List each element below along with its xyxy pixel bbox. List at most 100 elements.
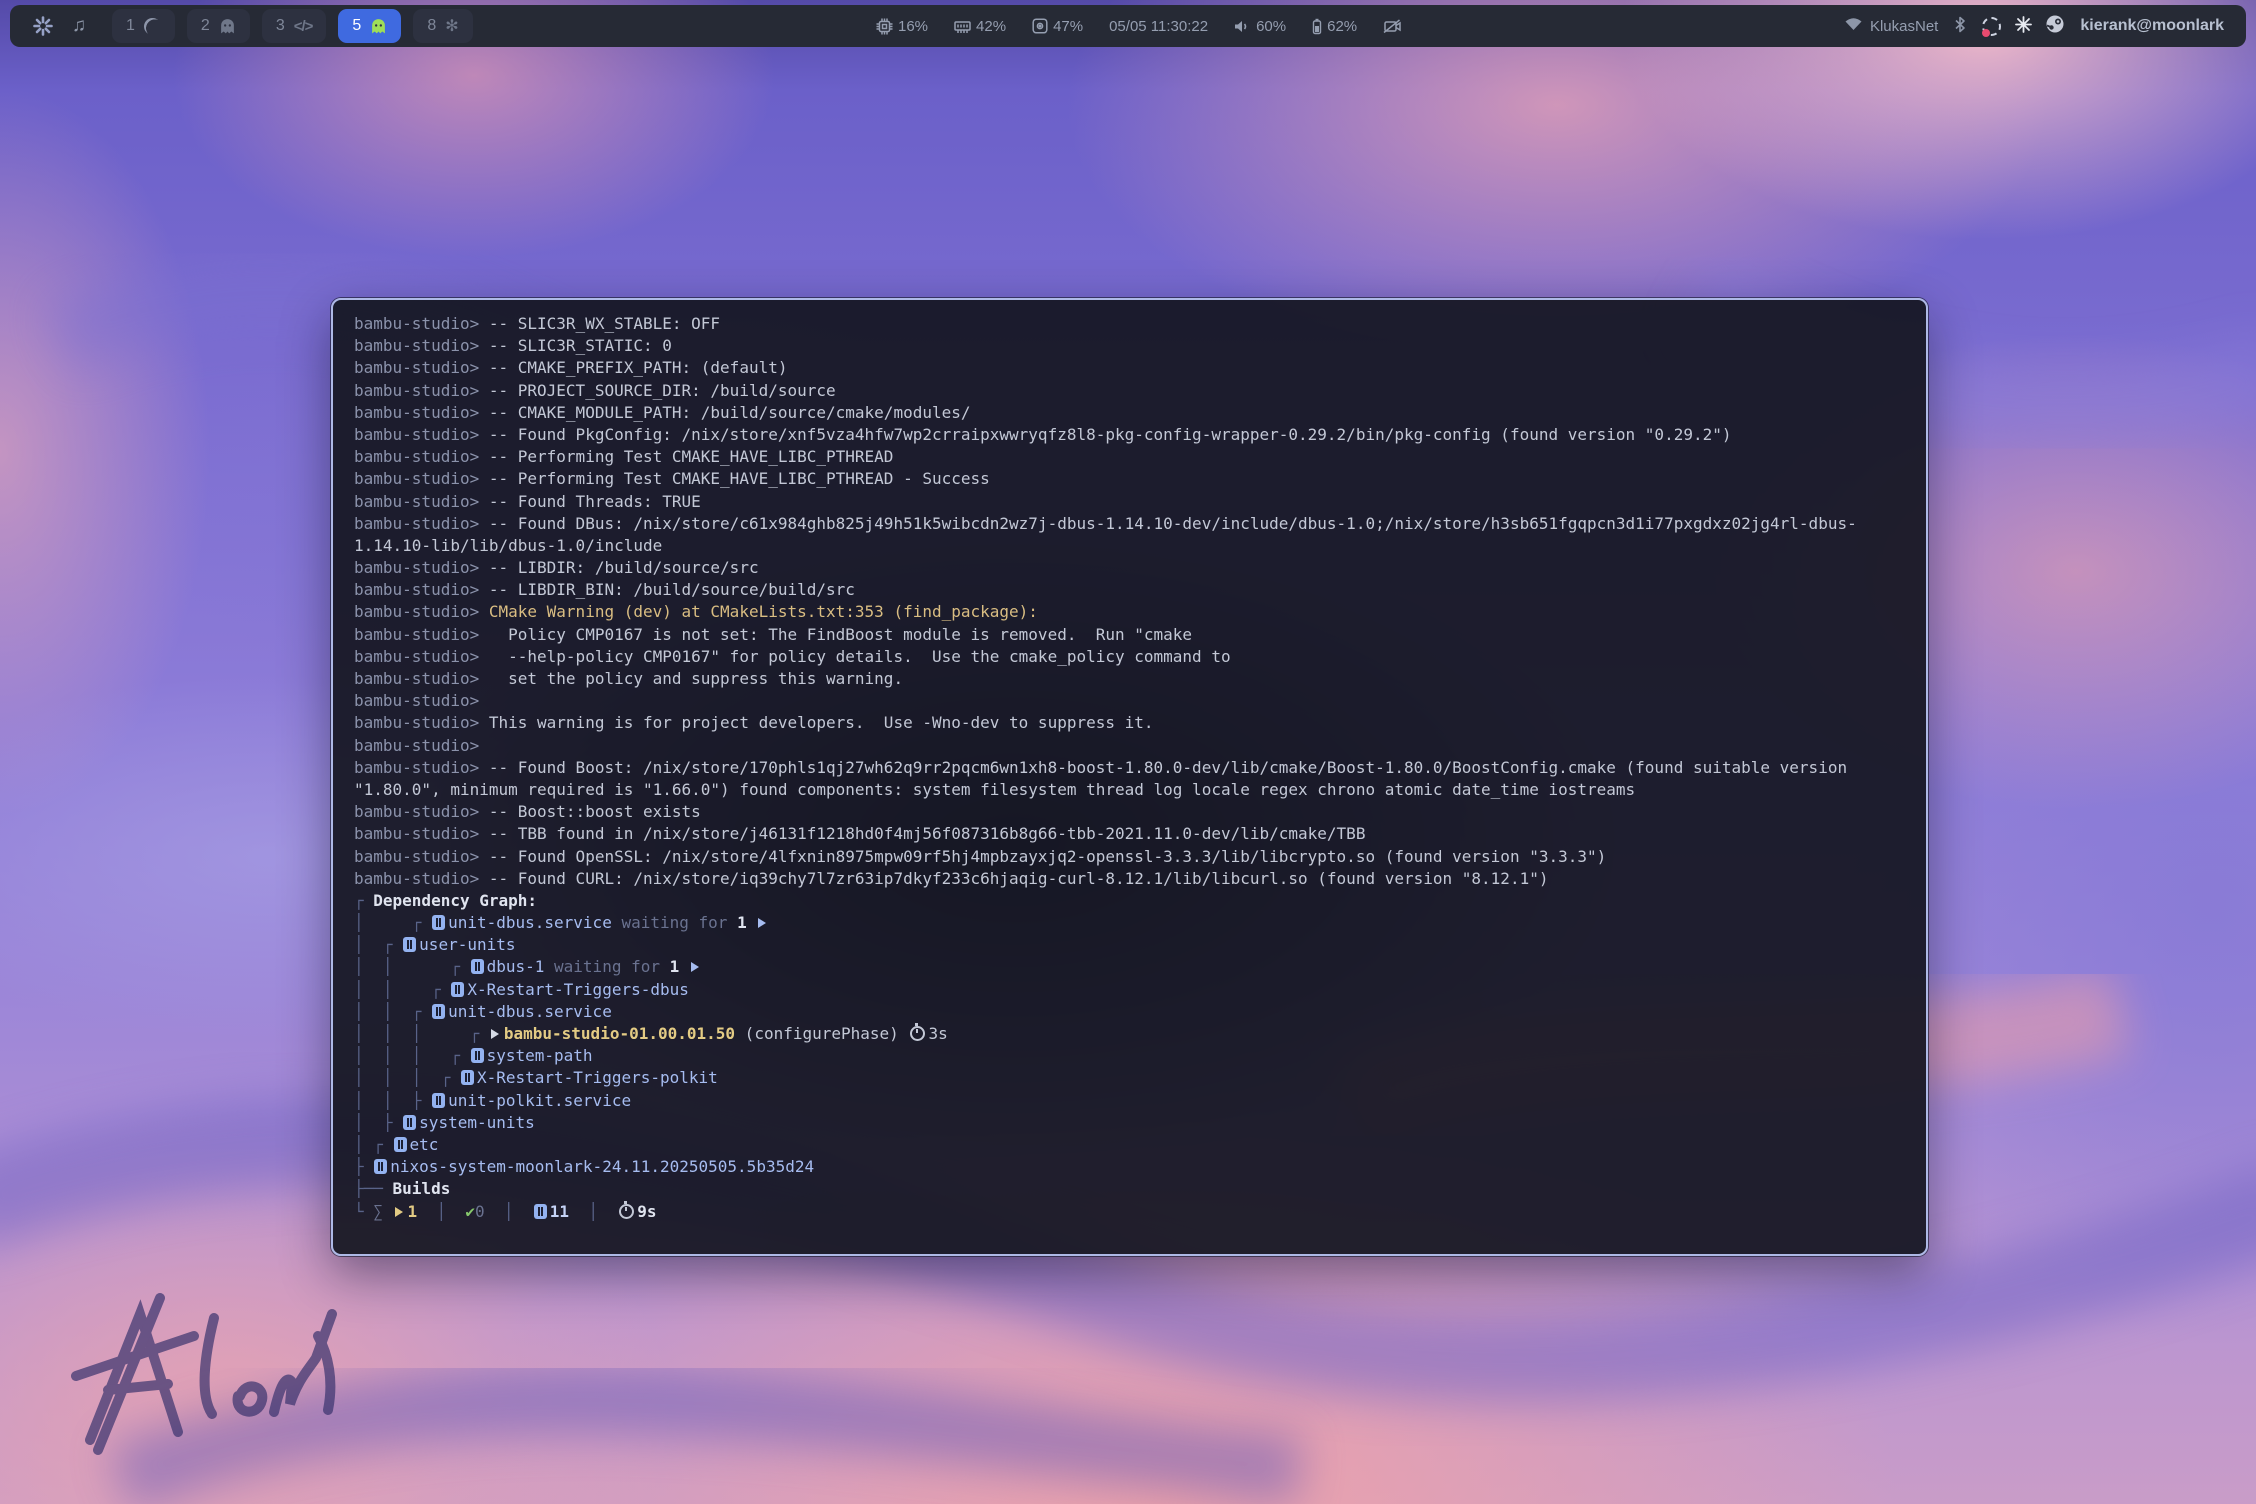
- terminal-line: bambu-studio> -- Performing Test CMAKE_H…: [354, 446, 1926, 468]
- prompt: bambu-studio>: [354, 358, 489, 377]
- pause-icon: [432, 915, 445, 930]
- prompt: bambu-studio>: [354, 758, 489, 777]
- terminal-line: bambu-studio> -- Found PkgConfig: /nix/s…: [354, 424, 1926, 446]
- workspace-1[interactable]: 1: [112, 9, 175, 43]
- terminal-line: bambu-studio>: [354, 690, 1926, 712]
- system-stats: 16%42%47%05/05 11:30:2260%62%: [876, 5, 1401, 47]
- pause-icon: [461, 1070, 474, 1085]
- terminal-line: bambu-studio> -- Found CURL: /nix/store/…: [354, 868, 1926, 890]
- terminal-line: │ ┌ user-units: [354, 934, 1926, 956]
- play-icon: [691, 962, 699, 972]
- prompt: bambu-studio>: [354, 736, 489, 755]
- prompt: bambu-studio>: [354, 558, 489, 577]
- clock: 05/05 11:30:22: [1109, 18, 1208, 35]
- prompt: bambu-studio>: [354, 403, 489, 422]
- ghost-icon: [219, 18, 236, 35]
- prompt: bambu-studio>: [354, 647, 489, 666]
- prompt: bambu-studio>: [354, 580, 489, 599]
- stat-value: 60%: [1256, 18, 1286, 35]
- terminal-line: bambu-studio> -- Found Boost: /nix/store…: [354, 757, 1926, 779]
- steam-tray-icon[interactable]: [2046, 15, 2064, 37]
- prompt: bambu-studio>: [354, 847, 489, 866]
- prompt: bambu-studio>: [354, 691, 489, 710]
- terminal-line: │ │ │ ┌ X-Restart-Triggers-polkit: [354, 1067, 1926, 1089]
- workspace-5[interactable]: 5: [338, 9, 401, 43]
- terminal-line: │ │ ┌ X-Restart-Triggers-dbus: [354, 979, 1926, 1001]
- terminal-line: 1.14.10-lib/lib/dbus-1.0/include: [354, 535, 1926, 557]
- artist-signature: [62, 1272, 372, 1472]
- camoff-stat: [1383, 19, 1401, 34]
- terminal-line: ├ nixos-system-moonlark-24.11.20250505.5…: [354, 1156, 1926, 1178]
- prompt: bambu-studio>: [354, 824, 489, 843]
- bar-left-cluster: ♫ 1 2 3 </> 5 8✻: [10, 9, 473, 43]
- volume-icon: [1234, 19, 1251, 34]
- network-name: KlukasNet: [1870, 18, 1938, 35]
- play-icon: [758, 918, 766, 928]
- terminal-line: ├── Builds: [354, 1178, 1926, 1200]
- prompt: bambu-studio>: [354, 492, 489, 511]
- pause-icon: [451, 982, 464, 997]
- workspace-3[interactable]: 3 </>: [262, 9, 327, 43]
- music-note-icon[interactable]: ♫: [66, 13, 92, 39]
- pause-icon: [471, 959, 484, 974]
- desktop: { "colors": { "accent_blue": "#3f6ae0", …: [0, 0, 2256, 1504]
- prompt: bambu-studio>: [354, 514, 489, 533]
- disk-icon: [1032, 18, 1048, 34]
- camoff-icon: [1383, 19, 1401, 34]
- code-icon: </>: [294, 18, 313, 35]
- cpu-stat: 16%: [876, 18, 928, 35]
- prompt: bambu-studio>: [354, 314, 489, 333]
- prompt: bambu-studio>: [354, 802, 489, 821]
- terminal-line: bambu-studio> -- CMAKE_MODULE_PATH: /bui…: [354, 402, 1926, 424]
- prompt: bambu-studio>: [354, 713, 489, 732]
- network-indicator[interactable]: KlukasNet: [1845, 17, 1938, 35]
- status-bar: ♫ 123</>58✻ 16%42%47%05/05 11:30:2260%62…: [10, 5, 2246, 47]
- terminal-line: bambu-studio> -- Found Threads: TRUE: [354, 491, 1926, 513]
- terminal-line: bambu-studio>: [354, 735, 1926, 757]
- play-icon: [395, 1207, 403, 1217]
- pause-icon: [471, 1048, 484, 1063]
- prompt: bambu-studio>: [354, 336, 489, 355]
- stat-value: 42%: [976, 18, 1006, 35]
- terminal-line: bambu-studio> --help-policy CMP0167" for…: [354, 646, 1926, 668]
- clock-icon: [619, 1204, 634, 1219]
- pause-icon: [432, 1093, 445, 1108]
- terminal-line: │ ├ system-units: [354, 1112, 1926, 1134]
- pause-icon: [432, 1004, 445, 1019]
- terminal-line: │ ┌ etc: [354, 1134, 1926, 1156]
- terminal-line: bambu-studio> -- CMAKE_PREFIX_PATH: (def…: [354, 357, 1926, 379]
- workspace-number: 3: [276, 17, 285, 35]
- terminal-line: bambu-studio> -- Found DBus: /nix/store/…: [354, 513, 1926, 535]
- pause-icon: [394, 1137, 407, 1152]
- terminal-line: bambu-studio> -- LIBDIR_BIN: /build/sour…: [354, 579, 1926, 601]
- terminal-window[interactable]: bambu-studio> -- SLIC3R_WX_STABLE: OFFba…: [331, 298, 1928, 1256]
- pause-icon: [534, 1204, 547, 1219]
- terminal-line: bambu-studio> -- TBB found in /nix/store…: [354, 823, 1926, 845]
- stat-value: 47%: [1053, 18, 1083, 35]
- terminal-output: bambu-studio> -- SLIC3R_WX_STABLE: OFFba…: [333, 300, 1926, 1223]
- wifi-icon: [1845, 17, 1862, 35]
- prompt: bambu-studio>: [354, 869, 489, 888]
- bluetooth-icon[interactable]: [1954, 16, 1966, 37]
- workspace-number: 5: [352, 17, 361, 35]
- prompt: bambu-studio>: [354, 381, 489, 400]
- terminal-line: bambu-studio> -- PROJECT_SOURCE_DIR: /bu…: [354, 380, 1926, 402]
- sync-tray-icon[interactable]: [1982, 17, 2001, 36]
- nixos-menu-icon[interactable]: [30, 13, 56, 39]
- workspace-number: 1: [126, 17, 135, 35]
- ghost-icon: [370, 18, 387, 35]
- flower-icon: ✻: [445, 16, 458, 36]
- workspace-2[interactable]: 2: [187, 9, 250, 43]
- terminal-line: │ │ ├ unit-polkit.service: [354, 1090, 1926, 1112]
- workspace-8[interactable]: 8✻: [413, 9, 472, 43]
- disk-stat: 47%: [1032, 18, 1083, 35]
- browser-icon: [144, 18, 161, 35]
- star-tray-icon[interactable]: [2015, 16, 2032, 37]
- prompt: bambu-studio>: [354, 425, 489, 444]
- prompt: bambu-studio>: [354, 625, 489, 644]
- system-tray: [1982, 15, 2064, 37]
- terminal-line: bambu-studio> -- Boost::boost exists: [354, 801, 1926, 823]
- mem-icon: [954, 19, 971, 34]
- terminal-line: bambu-studio> CMake Warning (dev) at CMa…: [354, 601, 1926, 623]
- terminal-line: bambu-studio> -- Performing Test CMAKE_H…: [354, 468, 1926, 490]
